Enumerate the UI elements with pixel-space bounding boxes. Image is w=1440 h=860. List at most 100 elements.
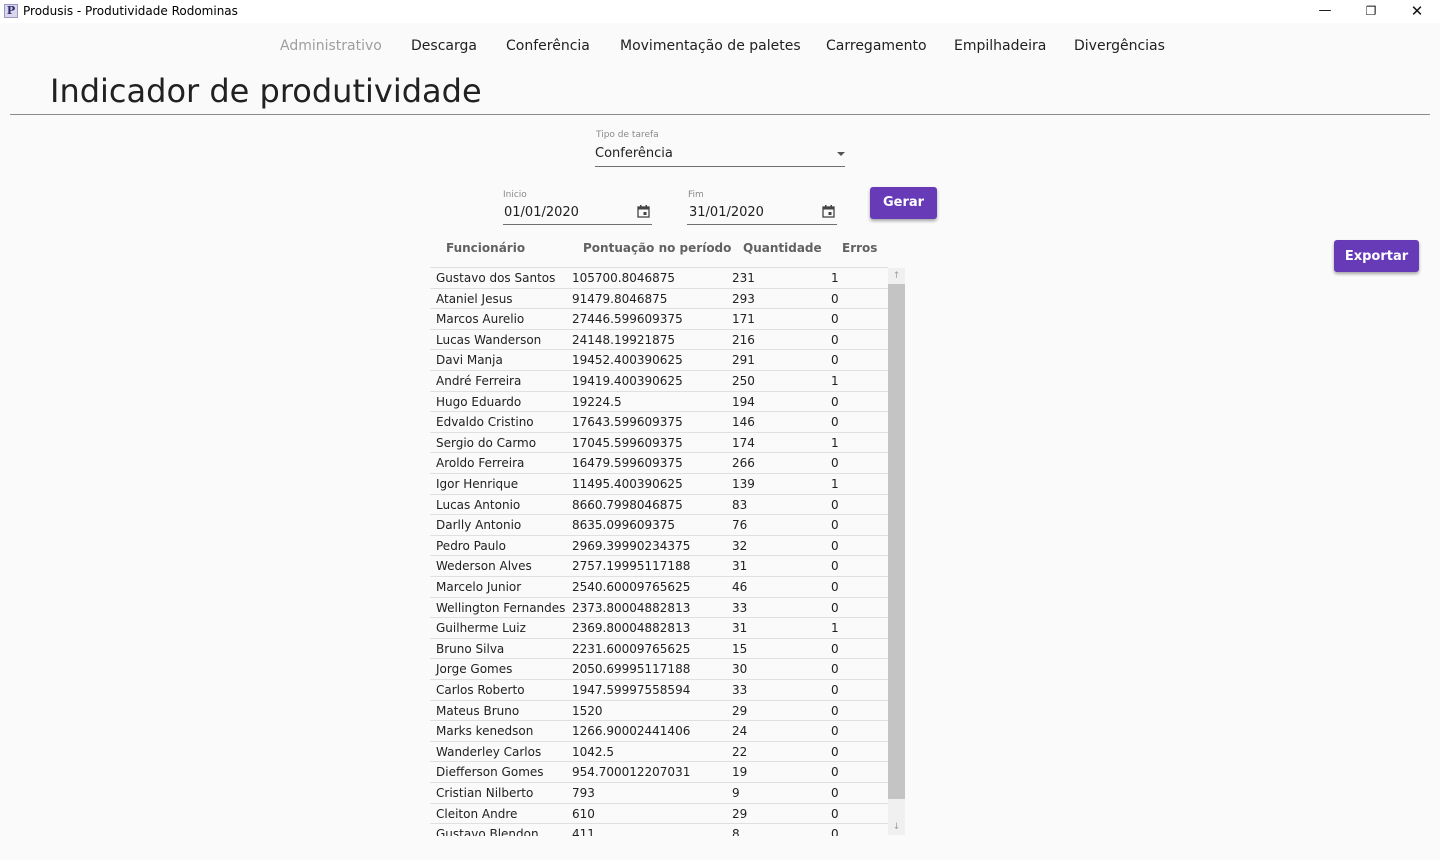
- chevron-down-icon[interactable]: [837, 152, 845, 156]
- quantity-cell: 46: [732, 580, 748, 594]
- table-row[interactable]: André Ferreira 19419.400390625 250 1: [430, 371, 888, 392]
- table-row[interactable]: Igor Henrique 11495.400390625 139 1: [430, 474, 888, 495]
- score-cell: 11495.400390625: [572, 477, 683, 491]
- nav-item-empilhadeira[interactable]: Empilhadeira: [954, 38, 1046, 54]
- quantity-cell: 76: [732, 518, 748, 533]
- end-date-input[interactable]: 31/01/2020: [689, 205, 764, 220]
- table-row[interactable]: Mateus Bruno 1520 29 0: [430, 701, 888, 722]
- table-row[interactable]: Marcelo Junior 2540.60009765625 46 0: [430, 577, 888, 598]
- quantity-cell: 83: [732, 497, 748, 512]
- employee-name-cell: Gustavo Blendon: [436, 827, 539, 836]
- quantity-cell: 139: [732, 477, 755, 491]
- nav-item-descarga[interactable]: Descarga: [411, 38, 477, 54]
- start-date-underline: [503, 224, 652, 225]
- table-row[interactable]: Davi Manja 19452.400390625 291 0: [430, 350, 888, 371]
- start-date-input[interactable]: 01/01/2020: [504, 205, 579, 220]
- table-row[interactable]: Edvaldo Cristino 17643.599609375 146 0: [430, 412, 888, 433]
- table-scrollbar[interactable]: ↑ ↓: [888, 268, 905, 835]
- minimize-button[interactable]: —: [1302, 0, 1348, 23]
- employee-name-cell: Sergio do Carmo: [436, 435, 537, 450]
- scroll-down-button[interactable]: ↓: [888, 819, 905, 835]
- export-button[interactable]: Exportar: [1334, 240, 1419, 272]
- window-title: Produsis - Produtividade Rodominas: [23, 4, 238, 18]
- nav-item-administrativo[interactable]: Administrativo: [280, 38, 382, 54]
- quantity-cell: 31: [732, 621, 748, 636]
- score-cell: 411: [572, 827, 595, 836]
- maximize-button[interactable]: ❐: [1348, 0, 1394, 23]
- errors-cell: 0: [831, 600, 839, 615]
- table-row[interactable]: Carlos Roberto 1947.59997558594 33 0: [430, 680, 888, 701]
- employee-name-cell: Hugo Eduardo: [436, 394, 522, 409]
- quantity-cell: 33: [732, 600, 748, 615]
- score-cell: 793: [572, 786, 595, 800]
- errors-cell: 0: [831, 580, 839, 594]
- title-divider: [10, 114, 1430, 115]
- employee-name-cell: Darlly Antonio: [436, 518, 522, 533]
- table-row[interactable]: Ataniel Jesus 91479.8046875 293 0: [430, 289, 888, 310]
- task-type-label: Tipo de tarefa: [596, 130, 659, 140]
- errors-cell: 1: [831, 435, 839, 450]
- errors-cell: 0: [831, 724, 839, 739]
- employee-name-cell: Diefferson Gomes: [436, 765, 544, 780]
- table-row[interactable]: Sergio do Carmo 17045.599609375 174 1: [430, 433, 888, 454]
- table-row[interactable]: Marks kenedson 1266.90002441406 24 0: [430, 721, 888, 742]
- nav-item-movimentacao-de-paletes[interactable]: Movimentação de paletes: [620, 38, 801, 54]
- errors-cell: 0: [831, 703, 839, 718]
- table-row[interactable]: Wederson Alves 2757.19995117188 31 0: [430, 556, 888, 577]
- table-row[interactable]: Hugo Eduardo 19224.5 194 0: [430, 392, 888, 413]
- errors-cell: 1: [831, 271, 839, 285]
- employee-name-cell: Marcos Aurelio: [436, 312, 525, 327]
- table-row[interactable]: Jorge Gomes 2050.69995117188 30 0: [430, 659, 888, 680]
- errors-cell: 1: [831, 621, 839, 636]
- table-row[interactable]: Pedro Paulo 2969.39990234375 32 0: [430, 536, 888, 557]
- table-row[interactable]: Guilherme Luiz 2369.80004882813 31 1: [430, 618, 888, 639]
- table-row[interactable]: Gustavo dos Santos 105700.8046875 231 1: [430, 268, 888, 289]
- table-row[interactable]: Diefferson Gomes 954.700012207031 19 0: [430, 762, 888, 783]
- table-row[interactable]: Bruno Silva 2231.60009765625 15 0: [430, 639, 888, 660]
- nav-item-conferencia[interactable]: Conferência: [506, 38, 590, 54]
- table-row[interactable]: Aroldo Ferreira 16479.599609375 266 0: [430, 453, 888, 474]
- table-row[interactable]: Cleiton Andre 610 29 0: [430, 804, 888, 825]
- table-row[interactable]: Lucas Wanderson 24148.19921875 216 0: [430, 330, 888, 351]
- column-header-errors[interactable]: Erros: [842, 241, 877, 255]
- score-cell: 19452.400390625: [572, 353, 683, 368]
- table-row[interactable]: Darlly Antonio 8635.099609375 76 0: [430, 515, 888, 536]
- calendar-icon[interactable]: [822, 205, 835, 218]
- score-cell: 954.700012207031: [572, 765, 691, 780]
- errors-cell: 0: [831, 497, 839, 512]
- errors-cell: 0: [831, 394, 839, 409]
- arrow-up-icon: ↑: [892, 271, 901, 281]
- errors-cell: 1: [831, 374, 839, 388]
- scrollbar-thumb[interactable]: [888, 284, 905, 799]
- table-row[interactable]: Lucas Antonio 8660.7998046875 83 0: [430, 495, 888, 516]
- score-cell: 2369.80004882813: [572, 621, 691, 636]
- score-cell: 2050.69995117188: [572, 662, 691, 677]
- task-type-value[interactable]: Conferência: [595, 146, 673, 161]
- errors-cell: 0: [831, 786, 839, 800]
- errors-cell: 0: [831, 683, 839, 697]
- quantity-cell: 29: [732, 806, 748, 821]
- scroll-up-button[interactable]: ↑: [888, 268, 905, 284]
- quantity-cell: 291: [732, 353, 755, 368]
- employee-name-cell: Marcelo Junior: [436, 580, 522, 594]
- generate-button[interactable]: Gerar: [870, 187, 937, 219]
- score-cell: 1520: [572, 703, 603, 718]
- task-type-underline: [595, 166, 845, 167]
- nav-item-carregamento[interactable]: Carregamento: [826, 38, 927, 54]
- score-cell: 2231.60009765625: [572, 641, 691, 656]
- table-row[interactable]: Cristian Nilberto 793 9 0: [430, 783, 888, 804]
- nav-item-divergencias[interactable]: Divergências: [1074, 38, 1165, 54]
- employee-name-cell: Wederson Alves: [436, 559, 532, 574]
- table-row[interactable]: Marcos Aurelio 27446.599609375 171 0: [430, 309, 888, 330]
- errors-cell: 0: [831, 744, 839, 759]
- table-row[interactable]: Wanderley Carlos 1042.5 22 0: [430, 742, 888, 763]
- column-header-score[interactable]: Pontuação no período: [583, 241, 731, 255]
- errors-cell: 0: [831, 353, 839, 368]
- column-header-employee[interactable]: Funcionário: [446, 241, 525, 255]
- table-row[interactable]: Gustavo Blendon 411 8 0: [430, 824, 888, 836]
- column-header-quantity[interactable]: Quantidade: [743, 241, 822, 255]
- calendar-icon[interactable]: [637, 205, 650, 218]
- close-button[interactable]: ✕: [1394, 0, 1440, 23]
- score-cell: 24148.19921875: [572, 332, 676, 347]
- table-row[interactable]: Wellington Fernandes 2373.80004882813 33 0: [430, 598, 888, 619]
